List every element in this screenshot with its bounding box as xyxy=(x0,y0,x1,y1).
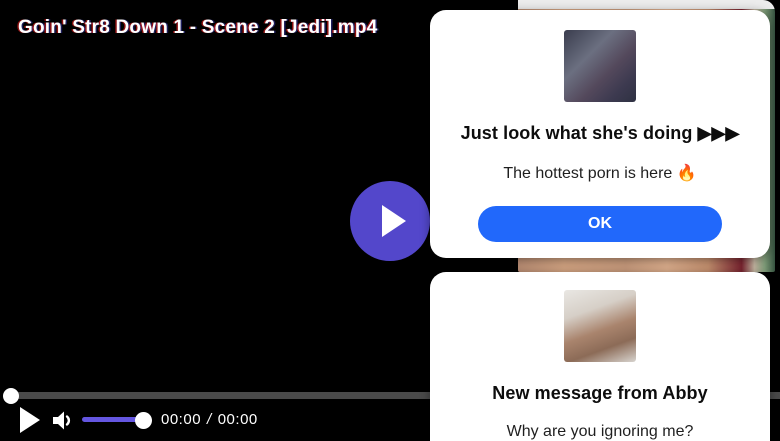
background-ad-card-top xyxy=(518,0,775,9)
duration: 00:00 xyxy=(218,411,258,428)
volume-handle[interactable] xyxy=(135,412,152,429)
ad-thumbnail-2[interactable] xyxy=(564,290,636,362)
current-time: 00:00 xyxy=(161,411,201,428)
popup-1-heading: Just look what she's doing ▶▶▶ xyxy=(430,123,770,144)
ad-thumbnail-1[interactable] xyxy=(564,30,636,102)
popup-2-heading: New message from Abby xyxy=(430,383,770,404)
ad-popup-1: Just look what she's doing ▶▶▶ The hotte… xyxy=(430,10,770,258)
video-title: Goin' Str8 Down 1 - Scene 2 [Jedi].mp4 xyxy=(18,17,377,39)
ok-button[interactable]: OK xyxy=(478,206,722,242)
play-icon xyxy=(20,407,40,433)
mute-button[interactable] xyxy=(50,408,76,433)
play-button[interactable] xyxy=(18,407,42,434)
popup-1-body: The hottest porn is here 🔥 xyxy=(430,163,770,183)
speaker-low-icon xyxy=(50,408,76,433)
progress-handle[interactable] xyxy=(3,388,19,404)
ad-popup-2: New message from Abby Why are you ignori… xyxy=(430,272,770,441)
big-play-button[interactable] xyxy=(350,181,430,261)
page: Goin' Str8 Down 1 - Scene 2 [Jedi].mp4 0… xyxy=(0,0,780,441)
time-display: 00:00 / 00:00 xyxy=(161,411,258,428)
popup-2-body: Why are you ignoring me? xyxy=(430,423,770,441)
time-separator: / xyxy=(207,411,212,428)
play-icon xyxy=(382,205,406,237)
